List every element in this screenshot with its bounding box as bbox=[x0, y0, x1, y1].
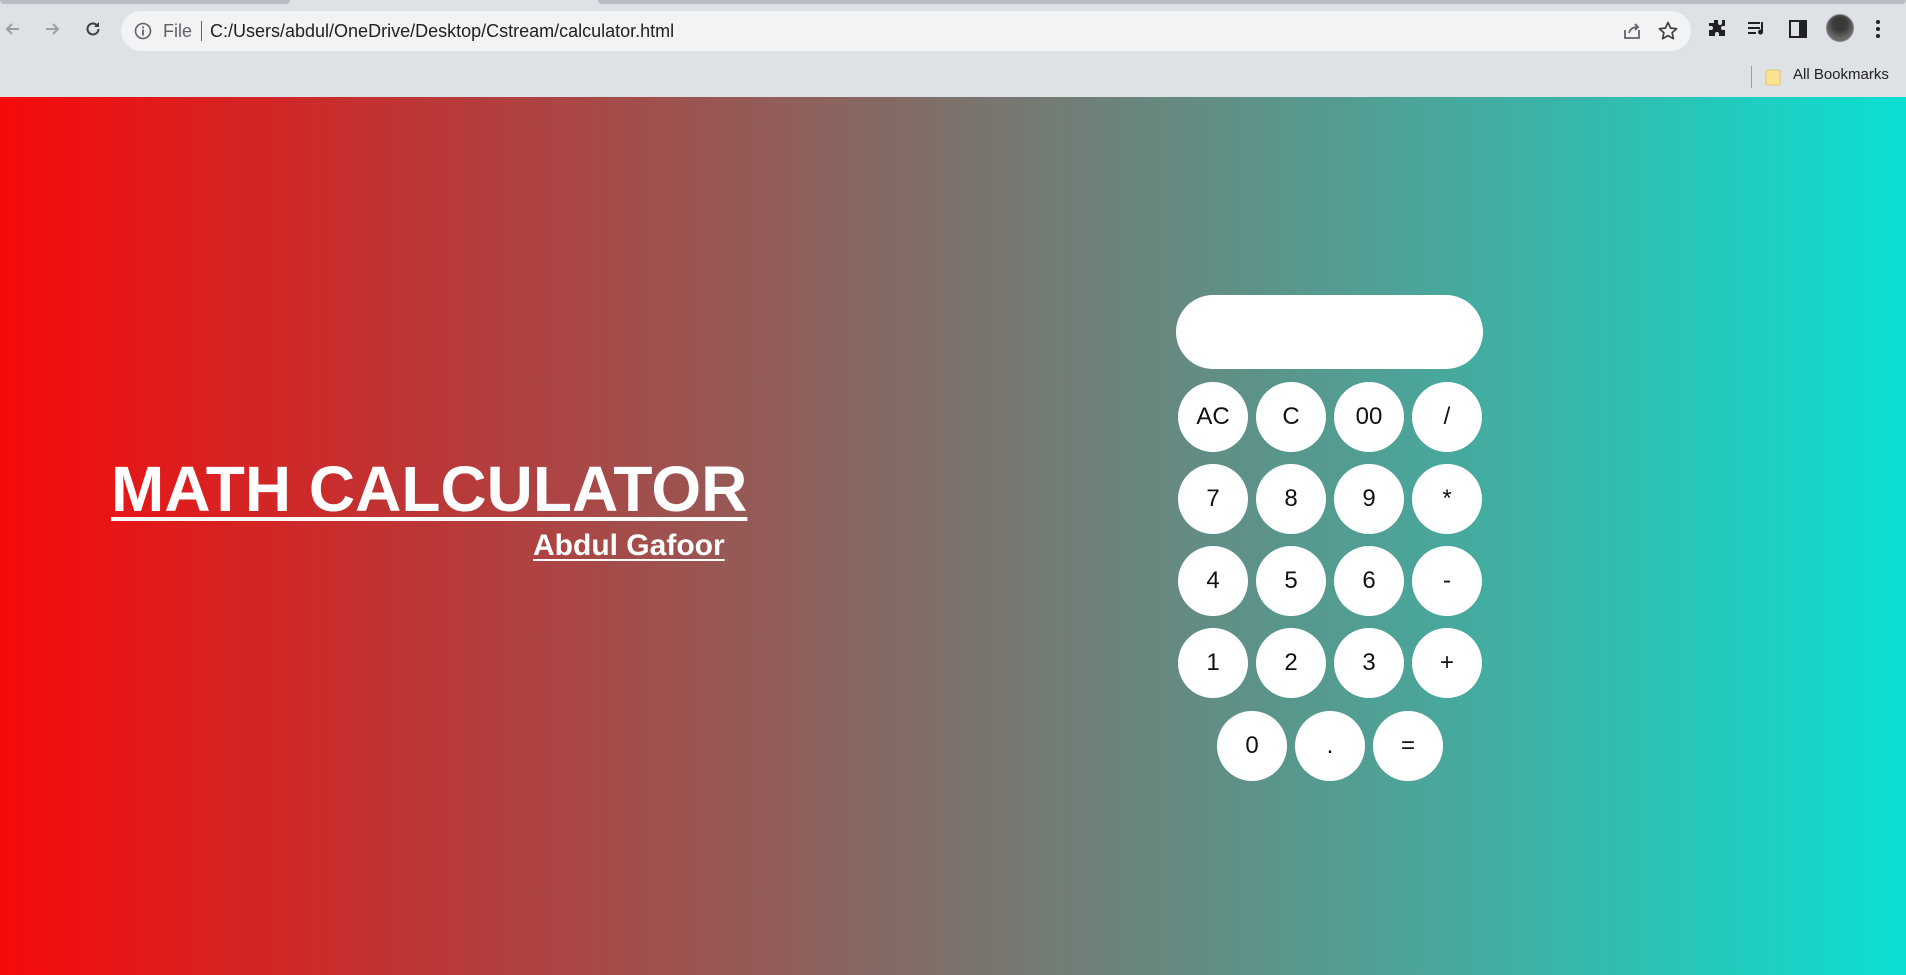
key-1[interactable]: 1 bbox=[1178, 628, 1248, 698]
key-decimal[interactable]: . bbox=[1295, 711, 1365, 781]
arrow-right-icon bbox=[46, 23, 60, 35]
key-5[interactable]: 5 bbox=[1256, 546, 1326, 616]
back-button[interactable] bbox=[0, 12, 30, 46]
share-icon[interactable] bbox=[1621, 20, 1643, 42]
bookmarks-separator bbox=[1751, 66, 1752, 88]
tab-edge bbox=[0, 0, 290, 4]
key-double-zero[interactable]: 00 bbox=[1334, 382, 1404, 452]
key-multiply[interactable]: * bbox=[1412, 464, 1482, 534]
browser-toolbar: File C:/Users/abdul/OneDrive/Desktop/Cst… bbox=[0, 0, 1906, 60]
calculator-display[interactable] bbox=[1176, 295, 1483, 369]
author-name: Abdul Gafoor bbox=[533, 529, 725, 562]
tab-edge bbox=[598, 0, 1906, 4]
bookmark-star-icon[interactable] bbox=[1657, 20, 1679, 42]
key-all-clear[interactable]: AC bbox=[1178, 382, 1248, 452]
key-8[interactable]: 8 bbox=[1256, 464, 1326, 534]
key-subtract[interactable]: - bbox=[1412, 546, 1482, 616]
address-bar[interactable]: File C:/Users/abdul/OneDrive/Desktop/Cst… bbox=[121, 11, 1691, 51]
arrow-left-icon bbox=[5, 23, 19, 35]
page-viewport: MATH CALCULATOR Abdul Gafoor AC C 00 / 7… bbox=[0, 97, 1906, 975]
forward-button[interactable] bbox=[35, 12, 69, 46]
key-divide[interactable]: / bbox=[1412, 382, 1482, 452]
key-4[interactable]: 4 bbox=[1178, 546, 1248, 616]
more-menu-icon[interactable] bbox=[1868, 17, 1888, 41]
key-clear[interactable]: C bbox=[1256, 382, 1326, 452]
extensions-icon[interactable] bbox=[1705, 17, 1729, 41]
profile-avatar[interactable] bbox=[1826, 14, 1854, 42]
media-controls-icon[interactable] bbox=[1745, 17, 1769, 41]
key-7[interactable]: 7 bbox=[1178, 464, 1248, 534]
scheme-divider bbox=[201, 21, 202, 41]
all-bookmarks-button[interactable]: All Bookmarks bbox=[1793, 66, 1889, 83]
key-add[interactable]: + bbox=[1412, 628, 1482, 698]
key-9[interactable]: 9 bbox=[1334, 464, 1404, 534]
url-text[interactable]: C:/Users/abdul/OneDrive/Desktop/Cstream/… bbox=[210, 21, 674, 42]
scheme-label: File bbox=[163, 21, 193, 41]
folder-icon bbox=[1765, 69, 1781, 86]
page-title: MATH CALCULATOR bbox=[111, 453, 748, 525]
key-6[interactable]: 6 bbox=[1334, 546, 1404, 616]
key-2[interactable]: 2 bbox=[1256, 628, 1326, 698]
key-0[interactable]: 0 bbox=[1217, 711, 1287, 781]
reload-icon bbox=[86, 22, 100, 36]
key-3[interactable]: 3 bbox=[1334, 628, 1404, 698]
key-equals[interactable]: = bbox=[1373, 711, 1443, 781]
side-panel-icon[interactable] bbox=[1786, 17, 1810, 41]
tab-strip-edge bbox=[0, 0, 1906, 4]
reload-button[interactable] bbox=[76, 12, 110, 46]
info-icon[interactable] bbox=[133, 21, 153, 41]
bookmarks-bar: All Bookmarks bbox=[0, 60, 1906, 97]
